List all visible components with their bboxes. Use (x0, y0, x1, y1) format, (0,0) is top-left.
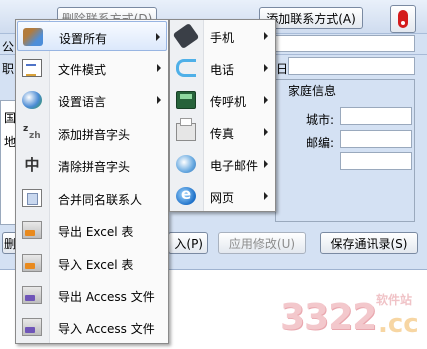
submenu-item-label: 手机 (210, 31, 235, 45)
company-label-fragment: 公 (2, 40, 15, 54)
mobile-phone-icon (172, 22, 200, 50)
company-field[interactable] (275, 35, 415, 52)
submenu-item-fax[interactable]: 传真 (171, 117, 274, 147)
watermark-suffix: .cc (378, 309, 419, 339)
document-mode-icon (22, 59, 42, 77)
site-watermark: 软件站 3322 .cc (280, 285, 420, 345)
menu-item-label: 清除拼音字头 (58, 160, 131, 174)
email-icon (176, 155, 196, 173)
home-info-group: 家庭信息 城市: 邮编: (275, 79, 415, 222)
tools-icon (23, 28, 43, 46)
excel-import-icon (22, 254, 42, 272)
menu-item-import-excel[interactable]: 导入 Excel 表 (17, 248, 167, 278)
zip-field[interactable] (340, 130, 412, 148)
submenu-arrow-icon (264, 128, 268, 136)
submenu-item-mobile[interactable]: 手机 (171, 21, 274, 51)
city-field[interactable] (340, 107, 412, 125)
menu-item-label: 设置所有 (59, 32, 108, 46)
fax-icon (176, 118, 196, 141)
alert-button[interactable] (390, 5, 416, 33)
submenu-arrow-icon (264, 96, 268, 104)
webpage-icon (176, 185, 196, 205)
submenu-arrow-icon (264, 192, 268, 200)
menu-item-export-access[interactable]: 导出 Access 文件 (17, 280, 167, 310)
globe-language-icon (22, 91, 42, 109)
telephone-icon (176, 59, 196, 77)
submenu-item-label: 传真 (210, 127, 235, 141)
access-import-icon (22, 318, 42, 336)
menu-item-label: 导出 Access 文件 (58, 290, 155, 304)
exclamation-icon (398, 10, 408, 28)
submenu-item-pager[interactable]: 传呼机 (171, 85, 274, 115)
watermark-number: 3322 (280, 297, 377, 338)
birthday-field[interactable] (288, 57, 415, 75)
menu-item-export-excel[interactable]: 导出 Excel 表 (17, 215, 167, 245)
submenu-arrow-icon (264, 160, 268, 168)
submenu-item-webpage[interactable]: 网页 (171, 181, 274, 211)
menu-item-label: 导入 Excel 表 (58, 258, 134, 272)
menu-item-import-access[interactable]: 导入 Access 文件 (17, 312, 167, 342)
job-label-fragment: 职 (2, 62, 15, 76)
home-info-title: 家庭信息 (288, 84, 337, 98)
menu-item-set-all[interactable]: 设置所有 (17, 21, 167, 51)
menu-item-label: 设置语言 (58, 95, 107, 109)
pinyin-clear-icon: 中 (24, 156, 40, 174)
extra-field[interactable] (340, 152, 412, 170)
submenu-arrow-icon (156, 33, 160, 41)
menu-item-label: 添加拼音字头 (58, 128, 131, 142)
menu-item-clear-pinyin[interactable]: 中 清除拼音字头 (17, 150, 167, 180)
apply-changes-button[interactable]: 应用修改(U) (218, 232, 306, 254)
submenu-item-label: 传呼机 (210, 95, 247, 109)
set-all-submenu: 手机 电话 传呼机 传真 电子邮件 网页 (169, 19, 276, 212)
excel-export-icon (22, 221, 42, 239)
menu-item-file-mode[interactable]: 文件模式 (17, 53, 167, 83)
submenu-item-email[interactable]: 电子邮件 (171, 149, 274, 179)
context-menu: 设置所有 文件模式 设置语言 添加拼音字头 中 清除拼音字头 合并同名联系人 导… (15, 19, 169, 344)
pinyin-add-icon (22, 124, 42, 142)
zip-label: 邮编: (306, 136, 335, 150)
access-export-icon (22, 286, 42, 304)
menu-item-label: 文件模式 (58, 63, 107, 77)
import-button[interactable]: 入(P) (168, 232, 208, 254)
menu-item-merge-contacts[interactable]: 合并同名联系人 (17, 183, 167, 213)
menu-item-label: 导出 Excel 表 (58, 225, 134, 239)
submenu-item-label: 网页 (210, 191, 235, 205)
submenu-arrow-icon (264, 32, 268, 40)
city-label: 城市: (306, 113, 335, 127)
pager-icon (176, 91, 196, 109)
submenu-arrow-icon (157, 64, 161, 72)
submenu-arrow-icon (264, 64, 268, 72)
menu-item-label: 合并同名联系人 (58, 193, 143, 207)
merge-contacts-icon (22, 189, 42, 207)
menu-item-add-pinyin[interactable]: 添加拼音字头 (17, 118, 167, 148)
submenu-arrow-icon (157, 96, 161, 104)
submenu-item-label: 电话 (210, 63, 235, 77)
watermark-site-label: 软件站 (376, 293, 413, 307)
menu-item-label: 导入 Access 文件 (58, 322, 155, 336)
submenu-item-label: 电子邮件 (210, 159, 259, 173)
menu-item-set-language[interactable]: 设置语言 (17, 85, 167, 115)
submenu-item-telephone[interactable]: 电话 (171, 53, 274, 83)
save-address-book-button[interactable]: 保存通讯录(S) (320, 232, 418, 254)
